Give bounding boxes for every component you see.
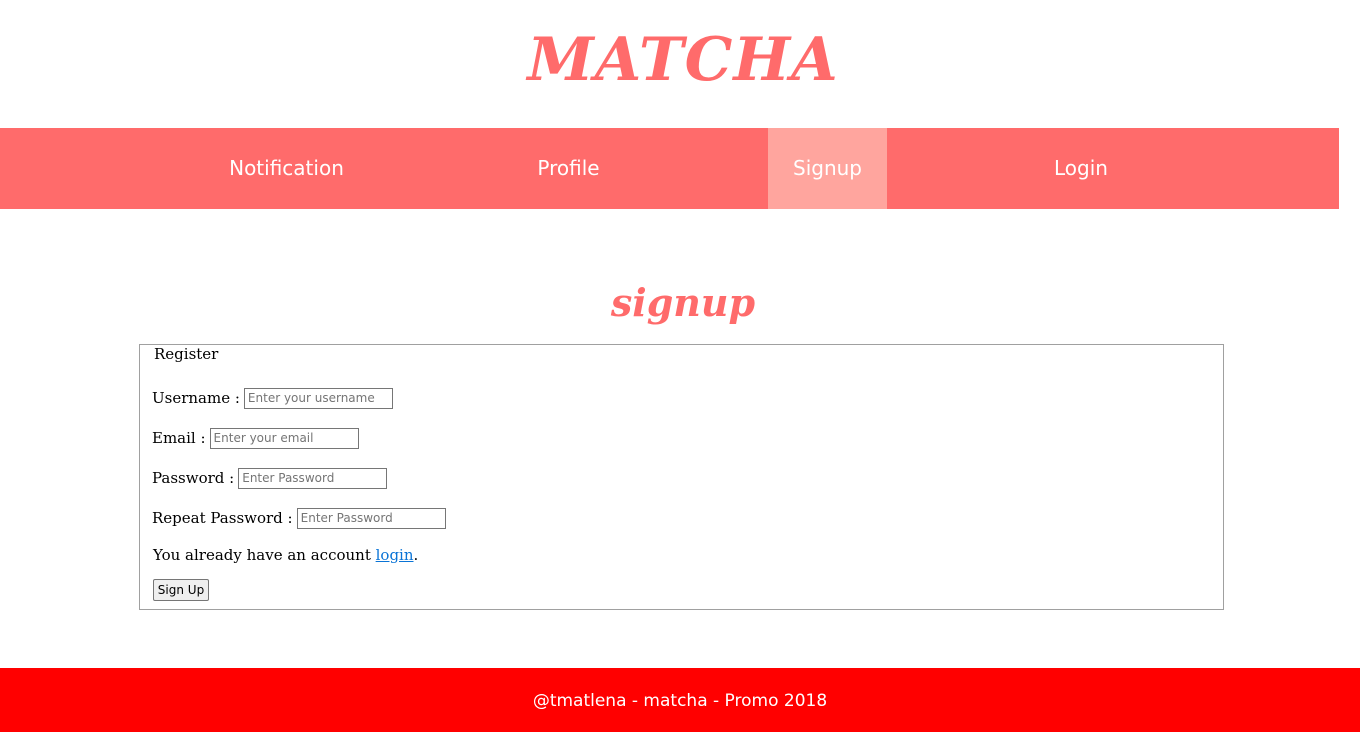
site-title: MATCHA <box>527 25 839 95</box>
repeat-password-label: Repeat Password : <box>152 509 293 527</box>
login-link[interactable]: login <box>376 546 414 564</box>
password-label: Password : <box>152 469 235 487</box>
sign-up-button[interactable]: Sign Up <box>153 579 209 601</box>
repeat-password-row: Repeat Password : <box>152 507 446 529</box>
main-navbar: Notification Profile Signup Login <box>0 128 1339 209</box>
password-input[interactable] <box>238 467 388 489</box>
username-row: Username : <box>152 387 393 409</box>
footer: @tmatlena - matcha - Promo 2018 <box>0 668 1360 732</box>
existing-account-suffix: . <box>413 546 419 564</box>
email-label: Email : <box>152 429 206 447</box>
register-legend: Register <box>153 345 220 363</box>
email-row: Email : <box>152 427 359 449</box>
nav-item-profile[interactable]: Profile <box>509 128 628 209</box>
footer-text: @tmatlena - matcha - Promo 2018 <box>532 691 828 711</box>
page-title: signup <box>610 280 756 325</box>
username-label: Username : <box>152 389 240 407</box>
password-row: Password : <box>152 467 388 489</box>
repeat-password-input[interactable] <box>296 507 446 529</box>
existing-account-text: You already have an account <box>153 546 376 564</box>
nav-item-signup[interactable]: Signup <box>768 128 887 209</box>
username-input[interactable] <box>243 387 393 409</box>
existing-account-line: You already have an account login. <box>153 545 418 565</box>
nav-item-login[interactable]: Login <box>1021 128 1141 209</box>
email-input[interactable] <box>209 427 359 449</box>
nav-item-notification[interactable]: Notification <box>207 128 366 209</box>
